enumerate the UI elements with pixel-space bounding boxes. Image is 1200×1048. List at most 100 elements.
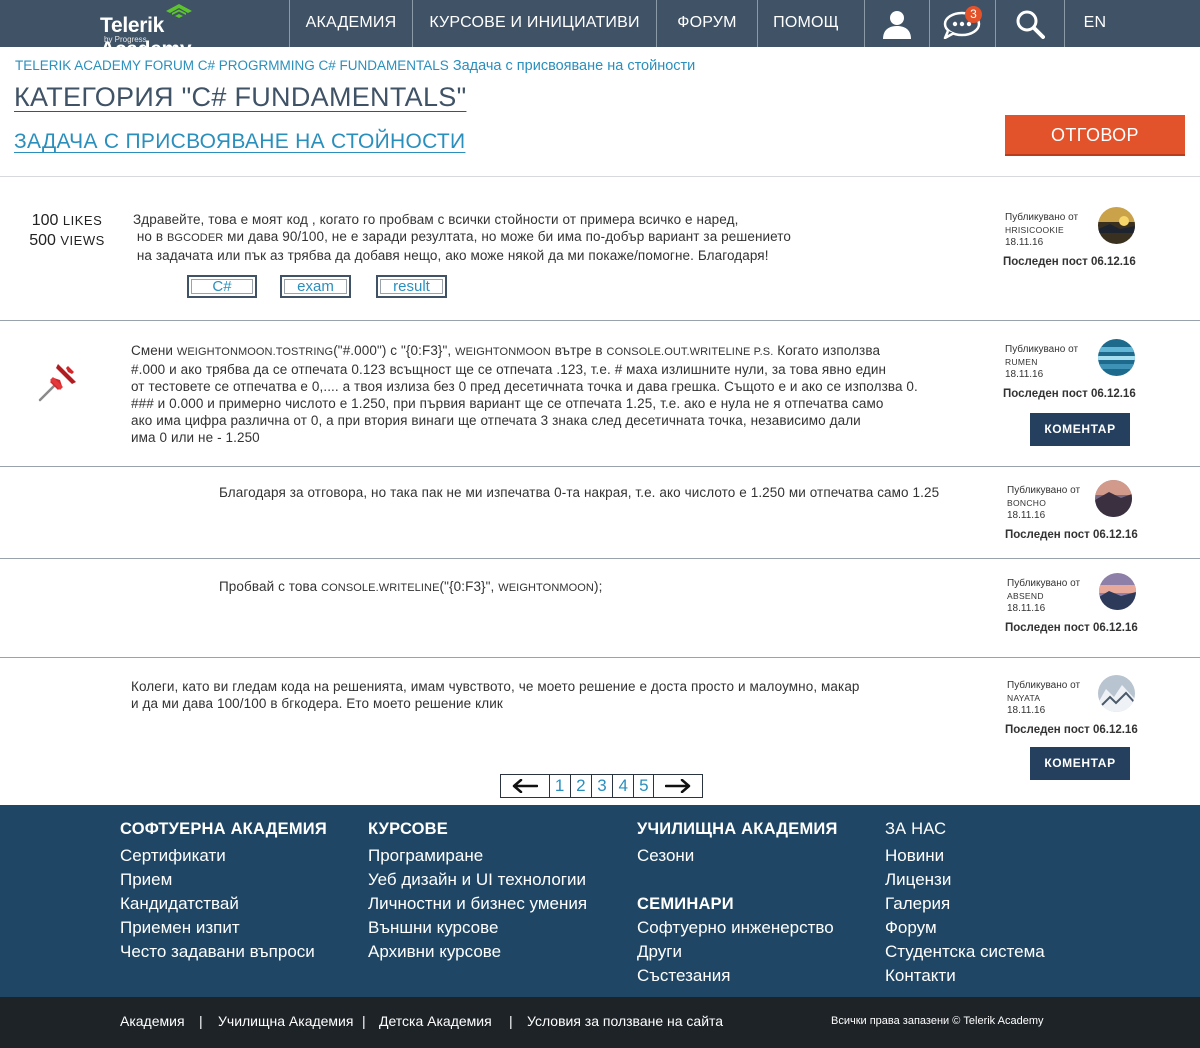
published-by-label: Публикувано от <box>1007 578 1081 589</box>
tag-exam[interactable]: exam <box>280 275 351 298</box>
author-name[interactable]: ABSEND <box>1007 591 1044 601</box>
post-date: 18.11.16 <box>1005 237 1044 248</box>
page-number[interactable]: 5 <box>633 775 655 797</box>
footer-link[interactable]: Външни курсове <box>368 916 587 940</box>
separator: | <box>509 1013 513 1029</box>
copyright: Всички права запазени © Telerik Academy <box>831 1015 1044 1027</box>
page-number[interactable]: 2 <box>569 775 591 797</box>
footer-link[interactable]: Често задавани въпроси <box>120 940 327 964</box>
footer-link[interactable]: Новини <box>885 844 1045 868</box>
first-post-body: Здравейте, това е моят код , когато го п… <box>133 212 792 263</box>
post-meta: Публикувано от NAYATA 18.11.16 Последен … <box>1005 675 1187 740</box>
sub-footer: Академия | Училищна Академия | Детска Ак… <box>0 997 1200 1048</box>
footer-link[interactable]: Личностни и бизнес умения <box>368 892 587 916</box>
divider <box>0 320 1200 321</box>
telerik-academy-logo[interactable]: Telerik Academy by Progress <box>100 4 260 61</box>
top-navigation: Telerik Academy by Progress АКАДЕМИЯ КУР… <box>0 0 1200 61</box>
post-date: 18.11.16 <box>1007 510 1046 521</box>
last-post: Последен пост 06.12.16 <box>1003 256 1136 268</box>
page-number[interactable]: 3 <box>590 775 612 797</box>
separator: | <box>199 1013 203 1029</box>
author-name[interactable]: RUMEN <box>1005 357 1038 367</box>
footer-link[interactable]: Други <box>637 940 838 964</box>
pagination: 1 2 3 4 5 <box>500 774 703 798</box>
avatar[interactable] <box>1098 675 1135 712</box>
last-post: Последен пост 06.12.16 <box>1005 622 1138 634</box>
footer-link[interactable]: Лицензи <box>885 868 1045 892</box>
published-by-label: Публикувано от <box>1007 485 1081 496</box>
separator: | <box>362 1013 366 1029</box>
views-count: 500 <box>29 232 56 249</box>
tag-csharp[interactable]: C# <box>187 275 257 298</box>
nav-courses[interactable]: КУРСОВЕ И ИНИЦИАТИВИ <box>413 0 656 47</box>
divider <box>0 558 1200 559</box>
topic-stats: 100 LIKES 500 VIEWS <box>22 211 112 251</box>
page-number[interactable]: 4 <box>612 775 633 797</box>
nav-help[interactable]: ПОМОЩ <box>758 0 854 47</box>
nav-academy[interactable]: АКАДЕМИЯ <box>290 0 412 47</box>
subfooter-link[interactable]: Академия <box>120 1013 185 1029</box>
footer-heading: КУРСОВЕ <box>368 820 449 838</box>
tag-result[interactable]: result <box>376 275 447 298</box>
subfooter-link[interactable]: Условия за ползване на сайта <box>527 1013 723 1029</box>
comment-button[interactable]: КОМЕНТАР <box>1030 413 1130 446</box>
subfooter-link[interactable]: Детска Академия <box>379 1013 492 1029</box>
footer-heading: УЧИЛИЩНА АКАДЕМИЯ <box>637 820 838 838</box>
views-label: VIEWS <box>60 233 105 248</box>
footer-link[interactable]: Програмиране <box>368 844 587 868</box>
user-icon[interactable] <box>865 0 929 47</box>
author-name[interactable]: BONCHO <box>1007 498 1046 508</box>
footer-link[interactable]: Сезони <box>637 844 838 868</box>
footer-link[interactable]: Студентска система <box>885 940 1045 964</box>
topic-title[interactable]: ЗАДАЧА С ПРИСВОЯВАНЕ НА СТОЙНОСТИ <box>14 130 465 154</box>
post-body: Благодаря за отговора, но така пак не ми… <box>219 485 940 500</box>
post-date: 18.11.16 <box>1007 603 1046 614</box>
post-body: Колеги, като ви гледам кода на решенията… <box>131 679 860 711</box>
post-meta: Публикувано от RUMEN 18.11.16 Последен п… <box>1003 339 1185 404</box>
pin-icon <box>38 364 76 402</box>
footer-link[interactable]: Форум <box>885 916 1045 940</box>
likes-count: 100 <box>31 212 59 229</box>
messages-icon[interactable] <box>930 0 994 47</box>
footer-link[interactable]: Галерия <box>885 892 1045 916</box>
footer-link[interactable]: Приемен изпит <box>120 916 327 940</box>
logo-subtitle: by Progress <box>104 35 147 44</box>
breadcrumb-current[interactable]: Задача с присвояване на стойности <box>453 58 695 74</box>
language-switch[interactable]: EN <box>1065 0 1125 47</box>
avatar[interactable] <box>1098 339 1135 376</box>
author-name[interactable]: HRISICOOKIE <box>1005 225 1064 235</box>
footer-link[interactable]: Контакти <box>885 964 1045 988</box>
avatar[interactable] <box>1099 573 1136 610</box>
avatar[interactable] <box>1095 480 1132 517</box>
search-icon[interactable] <box>996 0 1064 47</box>
post-body: Смени WEIGHTONMOON.TOSTRING("#.000") с "… <box>131 343 918 445</box>
footer-heading: СЕМИНАРИ <box>637 895 734 913</box>
category-title[interactable]: КАТЕГОРИЯ "C# FUNDAMENTALS" <box>14 82 466 113</box>
footer-link[interactable]: Състезания <box>637 964 838 988</box>
footer-link[interactable]: Уеб дизайн и UI технологии <box>368 868 587 892</box>
notification-badge: 3 <box>965 6 982 23</box>
published-by-label: Публикувано от <box>1005 212 1079 223</box>
divider <box>0 657 1200 658</box>
footer-link[interactable]: Архивни курсове <box>368 940 587 964</box>
footer-column-software-academy: СОФТУЕРНА АКАДЕМИЯ Сертификати Прием Кан… <box>120 820 327 964</box>
breadcrumb-path[interactable]: TELERIK ACADEMY FORUM C# PROGRMMING C# F… <box>15 58 449 73</box>
footer-link[interactable]: Софтуерно инженерство <box>637 916 838 940</box>
likes-label: LIKES <box>62 213 103 228</box>
reply-button[interactable]: ОТГОВОР <box>1005 115 1185 156</box>
nav-forum[interactable]: ФОРУМ <box>657 0 757 47</box>
footer-link[interactable]: Прием <box>120 868 327 892</box>
footer-link[interactable]: Сертификати <box>120 844 327 868</box>
author-name[interactable]: NAYATA <box>1007 693 1040 703</box>
prev-page-arrow-icon[interactable] <box>501 775 549 797</box>
avatar[interactable] <box>1098 207 1135 244</box>
page-number[interactable]: 1 <box>548 775 570 797</box>
subfooter-link[interactable]: Училищна Академия <box>218 1013 353 1029</box>
comment-button[interactable]: КОМЕНТАР <box>1030 747 1130 780</box>
last-post: Последен пост 06.12.16 <box>1005 724 1138 736</box>
published-by-label: Публикувано от <box>1007 680 1081 691</box>
next-page-arrow-icon[interactable] <box>654 775 702 797</box>
post-date: 18.11.16 <box>1005 369 1044 380</box>
footer-link[interactable]: Кандидатствай <box>120 892 327 916</box>
